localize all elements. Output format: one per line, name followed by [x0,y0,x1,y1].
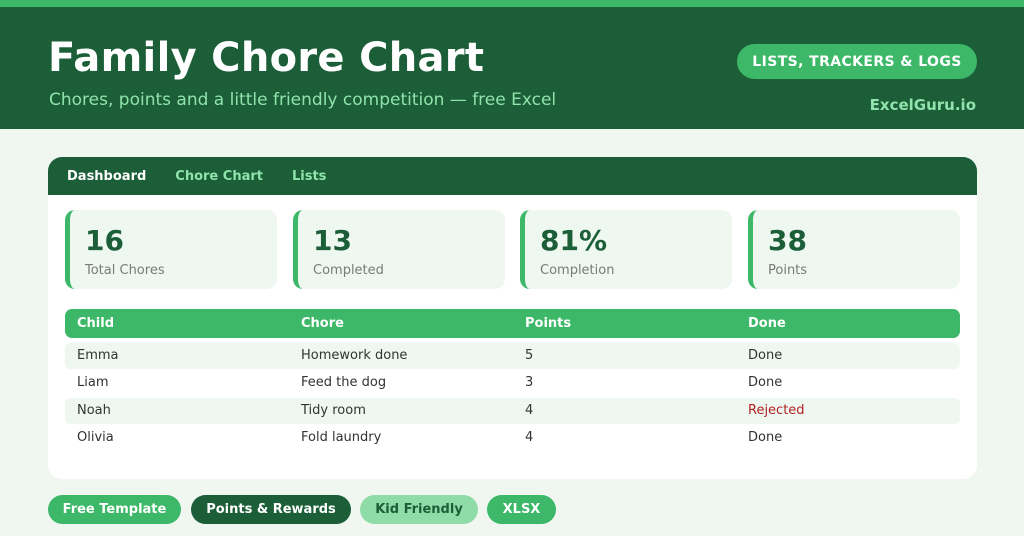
tab-lists[interactable]: Lists [292,169,326,184]
tag-kid-friendly[interactable]: Kid Friendly [360,495,478,524]
column-header-child: Child [77,316,115,331]
tag-xlsx[interactable]: XLSX [487,495,556,524]
top-accent-bar [0,0,1024,7]
tag-points-rewards[interactable]: Points & Rewards [191,495,351,524]
tab-dashboard[interactable]: Dashboard [67,169,146,184]
table-row: Olivia Fold laundry 4 Done [65,425,960,451]
column-header-chore: Chore [301,316,344,331]
tab-chore-chart[interactable]: Chore Chart [175,169,263,184]
category-pill[interactable]: LISTS, TRACKERS & LOGS [737,44,977,79]
column-header-done: Done [748,316,786,331]
cell-child: Olivia [77,430,114,445]
stat-points: 38 Points [748,210,960,289]
cell-chore: Feed the dog [301,375,387,390]
stat-label: Total Chores [85,263,165,278]
cell-points: 4 [525,403,534,418]
cell-chore: Tidy room [301,403,366,418]
tag-free-template[interactable]: Free Template [48,495,181,524]
stat-value: 81% [540,224,608,257]
cell-points: 5 [525,348,534,363]
header-banner: Family Chore Chart Chores, points and a … [0,7,1024,129]
stat-value: 38 [768,224,807,257]
cell-done-rejected: Rejected [748,403,805,418]
cell-done: Done [748,375,783,390]
tab-bar: Dashboard Chore Chart Lists [48,157,977,195]
stat-label: Points [768,263,808,278]
cell-chore: Fold laundry [301,430,382,445]
stat-value: 16 [85,224,124,257]
cell-points: 3 [525,375,534,390]
cell-chore: Homework done [301,348,408,363]
table-header: Child Chore Points Done [65,309,960,338]
column-header-points: Points [525,316,572,331]
table-row: Noah Tidy room 4 Rejected [65,398,960,424]
table-row: Liam Feed the dog 3 Done [65,370,960,396]
stat-label: Completed [313,263,384,278]
cell-child: Liam [77,375,109,390]
page-subtitle: Chores, points and a little friendly com… [49,90,557,110]
page-title: Family Chore Chart [48,35,485,81]
cell-child: Emma [77,348,119,363]
stat-total-chores: 16 Total Chores [65,210,277,289]
cell-points: 4 [525,430,534,445]
stat-completed: 13 Completed [293,210,505,289]
brand-link[interactable]: ExcelGuru.io [870,96,976,114]
stat-completion: 81% Completion [520,210,732,289]
cell-child: Noah [77,403,111,418]
cell-done: Done [748,430,783,445]
stat-label: Completion [540,263,615,278]
table-row: Emma Homework done 5 Done [65,343,960,369]
cell-done: Done [748,348,783,363]
dashboard-card: Dashboard Chore Chart Lists 16 Total Cho… [48,157,977,479]
stat-value: 13 [313,224,352,257]
